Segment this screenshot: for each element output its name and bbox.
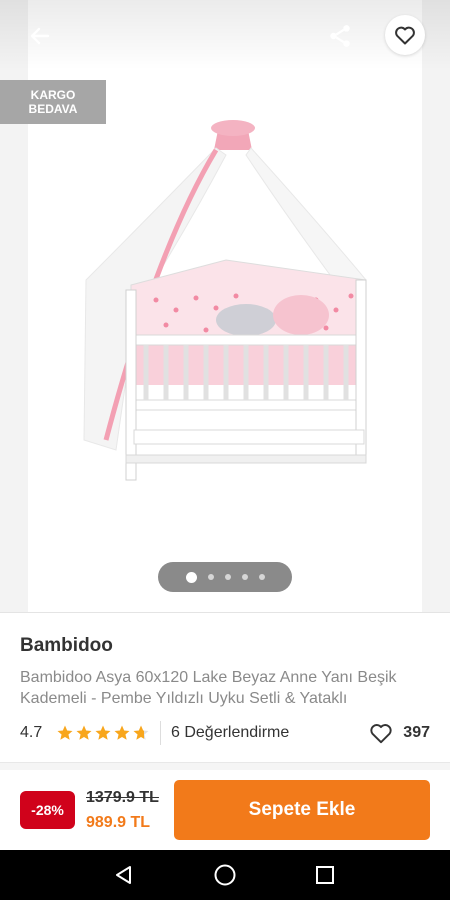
discount-badge: -28% — [20, 791, 75, 829]
like-count: 397 — [403, 724, 430, 741]
free-shipping-badge: KARGO BEDAVA — [0, 80, 106, 124]
share-button[interactable] — [322, 18, 358, 54]
circle-home-icon — [214, 864, 236, 886]
rating-value: 4.7 — [20, 724, 43, 741]
rating-row: 4.7 6 Değerlendirme 397 — [20, 721, 430, 745]
heart-outline-icon — [370, 724, 392, 744]
image-pager[interactable] — [158, 562, 292, 592]
heart-outline-icon — [395, 26, 415, 45]
product-info: Bambidoo Bambidoo Asya 60x120 Lake Beyaz… — [0, 612, 450, 762]
old-price: 1379.9 TL — [86, 789, 159, 806]
star-icon — [114, 725, 130, 740]
star-icon — [95, 725, 111, 740]
square-recents-icon — [316, 866, 334, 884]
brand-name[interactable]: Bambidoo — [20, 635, 113, 657]
crib-illustration — [83, 120, 367, 481]
system-recents-button[interactable] — [312, 862, 338, 888]
new-price: 989.9 TL — [86, 814, 151, 831]
pager-dot[interactable] — [185, 571, 197, 583]
system-home-button[interactable] — [212, 862, 238, 888]
pager-dot[interactable] — [224, 574, 231, 580]
arrow-left-icon — [30, 27, 50, 45]
favorite-button[interactable] — [385, 15, 425, 55]
review-count-link[interactable]: 6 Değerlendirme — [171, 724, 289, 742]
share-icon — [330, 25, 350, 47]
product-image-gallery[interactable]: KARGO BEDAVA — [0, 0, 450, 612]
purchase-bar: -28% 1379.9 TL 989.9 TL Sepete Ekle — [0, 770, 450, 850]
pager-dot[interactable] — [207, 574, 214, 580]
section-divider — [0, 762, 450, 770]
header-gradient — [0, 0, 450, 70]
like-counter[interactable]: 397 — [367, 720, 430, 746]
pager-dot[interactable] — [241, 574, 248, 580]
star-icon — [76, 725, 92, 740]
badge-line-2: BEDAVA — [28, 102, 78, 116]
system-navigation-bar — [0, 850, 450, 900]
rating-stars — [56, 724, 150, 742]
add-to-cart-button[interactable]: Sepete Ekle — [174, 780, 430, 840]
pager-dot[interactable] — [258, 574, 265, 580]
system-back-button[interactable] — [111, 862, 137, 888]
product-title: Bambidoo Asya 60x120 Lake Beyaz Anne Yan… — [20, 669, 397, 707]
badge-line-1: KARGO — [30, 88, 76, 102]
star-icon — [57, 725, 73, 740]
triangle-back-icon — [116, 866, 131, 884]
back-button[interactable] — [22, 18, 58, 54]
star-icon — [133, 725, 149, 740]
rating-separator — [160, 721, 161, 745]
